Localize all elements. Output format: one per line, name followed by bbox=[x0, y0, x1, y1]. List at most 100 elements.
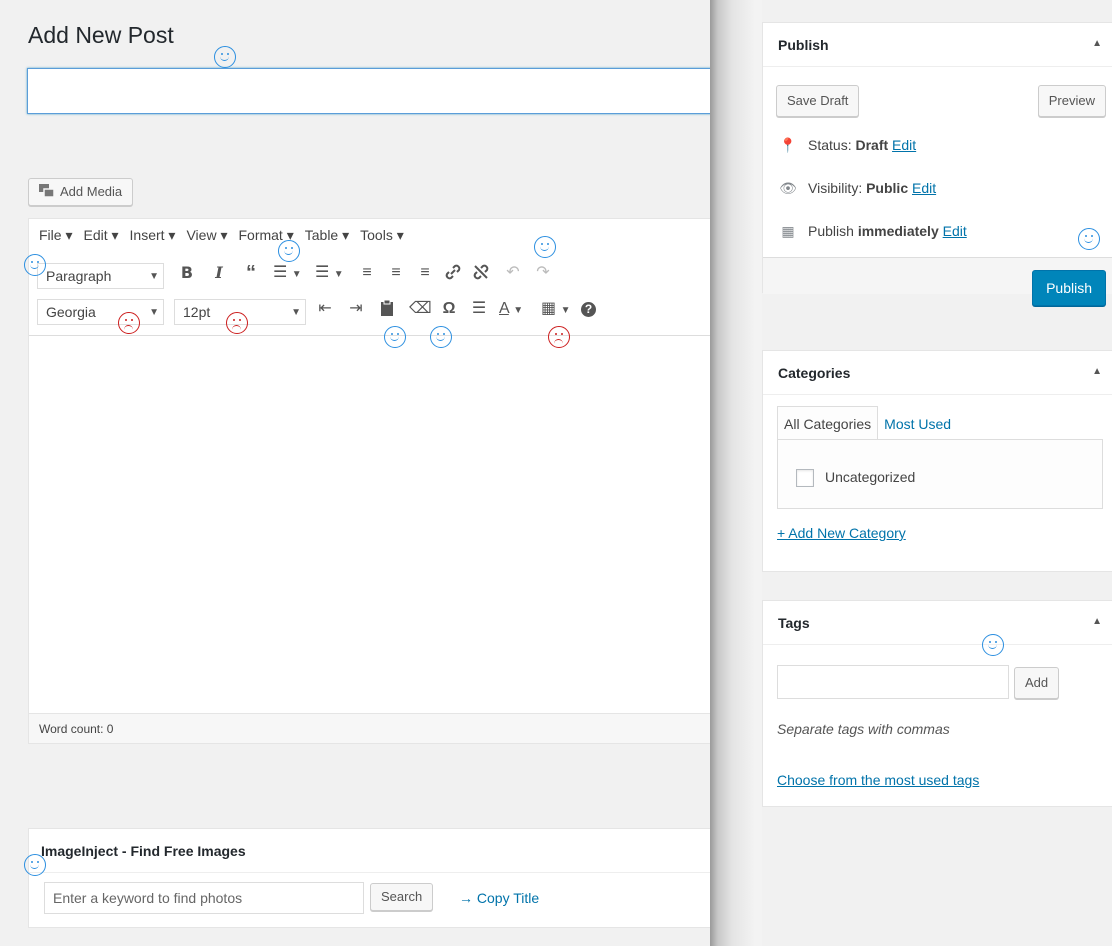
dropdown-arrow-icon: ▼ bbox=[149, 271, 159, 282]
menu-tools[interactable]: Tools ▾ bbox=[360, 227, 404, 243]
menu-view[interactable]: View ▾ bbox=[186, 227, 227, 243]
menu-table[interactable]: Table ▾ bbox=[305, 227, 349, 243]
category-label: Uncategorized bbox=[825, 469, 916, 485]
blockquote-icon[interactable]: “ bbox=[241, 263, 261, 283]
font-family-value: Georgia bbox=[46, 304, 96, 320]
dropdown-arrow-icon: ▼ bbox=[291, 307, 301, 318]
schedule-label: Publish bbox=[808, 223, 854, 239]
numbered-list-icon[interactable]: ☰ ▼ bbox=[315, 263, 351, 285]
smiley-annotation-icon bbox=[534, 236, 556, 258]
publish-box: Publish ▲ Save Draft Preview 📍 Status: Dra… bbox=[762, 22, 1112, 294]
calendar-icon: ▦ bbox=[781, 223, 795, 239]
save-draft-button[interactable]: Save Draft bbox=[776, 85, 860, 117]
menu-insert[interactable]: Insert ▾ bbox=[130, 227, 176, 243]
font-family-select[interactable]: Georgia ▼ bbox=[37, 299, 164, 325]
undo-icon[interactable]: ↶ bbox=[503, 263, 523, 283]
imageinject-search-input[interactable]: Enter a keyword to find photos bbox=[44, 882, 364, 914]
text-color-icon[interactable]: A ▼ bbox=[499, 299, 535, 321]
frowny-annotation-icon bbox=[548, 326, 570, 348]
editor-content-area[interactable] bbox=[29, 335, 729, 716]
help-icon[interactable]: ? bbox=[581, 302, 596, 317]
post-editor-area: Add New Post Add Media File ▾ Edit ▾ Inser… bbox=[0, 0, 729, 946]
media-icon bbox=[39, 181, 55, 198]
collapse-arrow-icon[interactable]: ▲ bbox=[1092, 616, 1102, 627]
schedule-edit-link[interactable]: Edit bbox=[943, 223, 967, 239]
publish-button[interactable]: Publish bbox=[1032, 270, 1106, 306]
panel-shadow bbox=[710, 0, 762, 946]
visibility-row: 👁 Visibility: Public Edit bbox=[778, 180, 936, 197]
italic-icon[interactable]: I bbox=[209, 263, 229, 283]
collapse-arrow-icon[interactable]: ▲ bbox=[1092, 38, 1102, 49]
editor-menubar: File ▾ Edit ▾ Insert ▾ View ▾ Format ▾ Table … bbox=[29, 219, 728, 255]
redo-icon[interactable]: ↷ bbox=[533, 263, 553, 283]
smiley-annotation-icon bbox=[384, 326, 406, 348]
imageinject-search-button[interactable]: Search bbox=[370, 883, 434, 911]
add-media-button[interactable]: Add Media bbox=[28, 178, 134, 206]
tag-input[interactable] bbox=[777, 665, 1009, 699]
block-format-select[interactable]: Paragraph ▼ bbox=[37, 263, 164, 289]
collapse-arrow-icon[interactable]: ▲ bbox=[1092, 366, 1102, 377]
indent-icon[interactable]: ⇥ bbox=[346, 299, 366, 319]
smiley-annotation-icon bbox=[24, 854, 46, 876]
status-value: Draft bbox=[855, 137, 889, 153]
menu-file[interactable]: File ▾ bbox=[39, 227, 72, 243]
menu-edit[interactable]: Edit ▾ bbox=[83, 227, 118, 243]
add-new-category-link[interactable]: + Add New Category bbox=[777, 525, 906, 541]
tab-most-used[interactable]: Most Used bbox=[878, 407, 957, 441]
font-size-value: 12pt bbox=[183, 304, 211, 320]
sidebar: Publish ▲ Save Draft Preview 📍 Status: Dra… bbox=[762, 0, 1112, 946]
pin-icon: 📍 bbox=[779, 137, 797, 153]
align-right-icon[interactable]: ≡ bbox=[415, 263, 435, 283]
dropdown-arrow-icon: ▼ bbox=[149, 307, 159, 318]
bulleted-list-icon[interactable]: ☰ ▼ bbox=[273, 263, 309, 285]
align-center-icon[interactable]: ≡ bbox=[386, 263, 406, 283]
categories-box-header[interactable]: Categories ▲ bbox=[763, 351, 1112, 395]
preview-button[interactable]: Preview bbox=[1037, 85, 1106, 117]
add-media-label: Add Media bbox=[60, 184, 123, 199]
add-tag-button[interactable]: Add bbox=[1014, 667, 1060, 699]
eye-icon: 👁 bbox=[779, 180, 797, 196]
smiley-annotation-icon bbox=[1078, 228, 1100, 250]
choose-most-used-tags-link[interactable]: Choose from the most used tags bbox=[777, 772, 979, 788]
copy-title-link[interactable]: → Copy Title bbox=[459, 890, 539, 906]
status-edit-link[interactable]: Edit bbox=[892, 137, 916, 153]
table-icon[interactable]: ▦ ▼ bbox=[541, 299, 577, 321]
paste-icon[interactable] bbox=[377, 299, 397, 323]
visibility-value: Public bbox=[866, 180, 909, 196]
smiley-annotation-icon bbox=[24, 254, 46, 276]
category-checkbox[interactable] bbox=[796, 469, 814, 487]
clear-formatting-icon[interactable]: ⌫ bbox=[409, 299, 432, 319]
status-row: 📍 Status: Draft Edit bbox=[778, 137, 916, 154]
frowny-annotation-icon bbox=[226, 312, 248, 334]
schedule-row: ▦ Publish immediately Edit bbox=[778, 223, 967, 240]
category-list: Uncategorized bbox=[777, 439, 1103, 509]
outdent-icon[interactable]: ⇤ bbox=[315, 299, 335, 319]
imageinject-title: ImageInject - Find Free Images bbox=[29, 829, 728, 873]
visibility-label: Visibility: bbox=[808, 180, 863, 196]
horizontal-line-icon[interactable]: ☰ bbox=[469, 299, 489, 319]
categories-box-title: Categories bbox=[778, 365, 851, 381]
publish-box-header[interactable]: Publish ▲ bbox=[763, 23, 1112, 67]
special-character-icon[interactable]: Ω bbox=[439, 299, 459, 319]
smiley-annotation-icon bbox=[278, 240, 300, 262]
smiley-annotation-icon bbox=[982, 634, 1004, 656]
visibility-edit-link[interactable]: Edit bbox=[912, 180, 936, 196]
tinymce-editor: File ▾ Edit ▾ Insert ▾ View ▾ Format ▾ Table … bbox=[28, 218, 729, 744]
align-left-icon[interactable]: ≡ bbox=[357, 263, 377, 283]
publish-box-title: Publish bbox=[778, 37, 829, 53]
tab-all-categories[interactable]: All Categories bbox=[777, 406, 879, 440]
unlink-icon[interactable] bbox=[471, 263, 491, 287]
schedule-value: immediately bbox=[857, 223, 939, 239]
post-title-input[interactable] bbox=[27, 68, 727, 114]
category-tabs: All Categories Most Used bbox=[777, 406, 957, 441]
smiley-annotation-icon bbox=[214, 46, 236, 68]
status-label: Status: bbox=[808, 137, 852, 153]
tags-box-title: Tags bbox=[778, 615, 810, 631]
page-title: Add New Post bbox=[28, 22, 174, 48]
tags-box-header[interactable]: Tags ▲ bbox=[763, 601, 1112, 645]
toolbar-row-1: Paragraph ▼ B I “ ☰ ▼ ☰ ▼ ≡ ≡ ≡ ↶ ↷ bbox=[29, 263, 729, 293]
link-icon[interactable] bbox=[443, 263, 463, 287]
smiley-annotation-icon bbox=[430, 326, 452, 348]
bold-icon[interactable]: B bbox=[177, 263, 197, 283]
tags-hint: Separate tags with commas bbox=[777, 721, 950, 737]
